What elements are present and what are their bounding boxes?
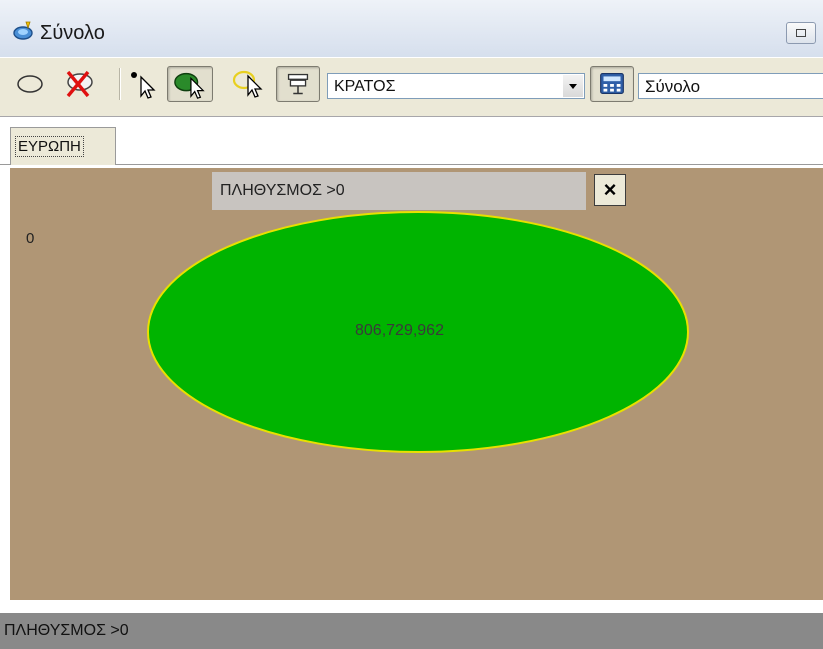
level-combobox[interactable]: ΚΡΑΤΟΣ (327, 73, 585, 99)
level-combobox-value: ΚΡΑΤΟΣ (334, 78, 396, 95)
map-bottom-gap (0, 600, 823, 613)
point-select-icon[interactable] (124, 66, 162, 102)
restore-icon (796, 29, 806, 37)
aggregate-field-value: Σύνολο (645, 77, 701, 96)
toolbar: ΚΡΑΤΟΣ Σύνολο (0, 57, 823, 117)
tab-europe[interactable]: ΕΥΡΩΠΗ (10, 127, 116, 165)
cursor-select-icon[interactable] (228, 66, 270, 102)
map-region-layer (147, 211, 689, 453)
statusbar: ΠΛΗΘΥΣΜΟΣ >0 (0, 613, 823, 649)
region-select-icon[interactable] (167, 66, 213, 102)
ellipse-select-icon[interactable] (10, 66, 50, 102)
window-app-icon (13, 21, 33, 40)
map-canvas[interactable]: ΠΛΗΘΥΣΜΟΣ >0 × 0 806,729,962 (10, 168, 823, 600)
presentation-button[interactable] (276, 66, 320, 102)
tab-strip: ΕΥΡΩΠΗ (0, 117, 823, 170)
aggregate-field[interactable]: Σύνολο (638, 73, 823, 99)
window-title: Σύνολο (40, 22, 105, 44)
tab-baseline (0, 164, 823, 165)
calculator-icon (600, 73, 624, 95)
toolbar-separator (119, 68, 120, 100)
calculator-button[interactable] (590, 66, 634, 102)
chevron-down-icon[interactable] (563, 75, 583, 97)
status-text: ΠΛΗΘΥΣΜΟΣ >0 (4, 622, 129, 639)
tab-europe-label: ΕΥΡΩΠΗ (15, 136, 84, 157)
map-region-value: 806,729,962 (355, 322, 444, 339)
presentation-icon (287, 73, 309, 95)
restore-button[interactable] (786, 22, 816, 44)
clear-selection-icon[interactable] (56, 66, 102, 102)
window-titlebar: Σύνολο (0, 0, 823, 57)
